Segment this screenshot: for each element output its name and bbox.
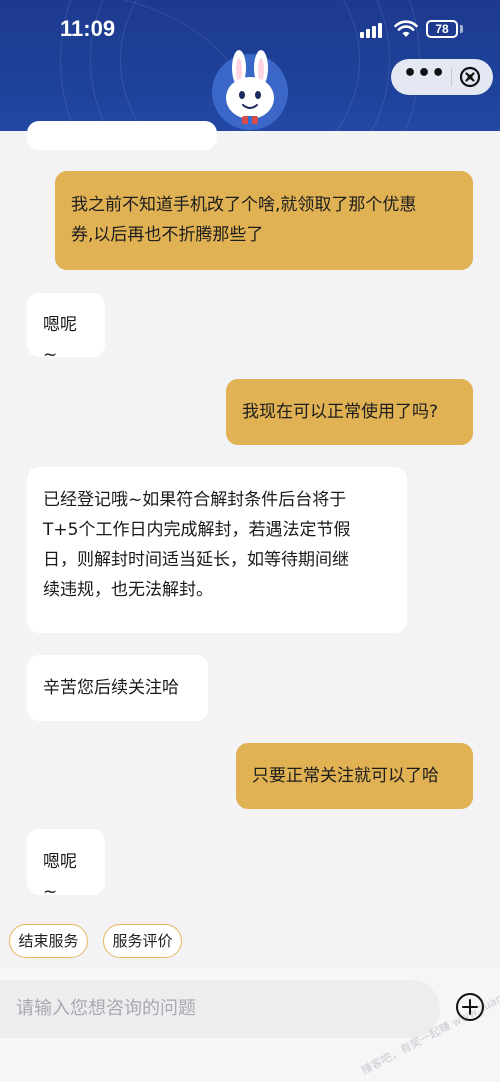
message-bubble-agent: 辛苦您后续关注哈 xyxy=(27,655,208,721)
close-icon[interactable] xyxy=(455,63,485,91)
input-bar: 请输入您想咨询的问题 xyxy=(0,968,500,1082)
chat-messages[interactable]: 我之前不知道手机改了个啥,就领取了那个优惠 券,以后再也不折腾那些了 嗯呢~ 我… xyxy=(0,121,500,971)
message-bubble-agent xyxy=(27,121,217,150)
mini-program-capsule: ••• xyxy=(391,59,493,95)
message-bubble-user: 我现在可以正常使用了吗? xyxy=(226,379,473,445)
message-line: 我现在可以正常使用了吗? xyxy=(242,402,439,422)
app-header: 11:09 78 ••• xyxy=(0,0,500,131)
battery-nub xyxy=(460,25,463,33)
battery-level: 78 xyxy=(428,22,456,36)
rate-service-button[interactable]: 服务评价 xyxy=(103,924,182,958)
message-line: 嗯呢~ xyxy=(43,852,77,902)
message-input[interactable]: 请输入您想咨询的问题 xyxy=(0,980,440,1038)
more-options-button[interactable]: ••• xyxy=(403,59,445,95)
message-bubble-agent: 嗯呢~ xyxy=(27,293,105,365)
battery-icon: 78 xyxy=(426,20,458,38)
message-line: 我之前不知道手机改了个啥,就领取了那个优惠 xyxy=(71,195,417,215)
message-line: 只要正常关注就可以了哈 xyxy=(252,766,439,786)
message-bubble-user: 只要正常关注就可以了哈 xyxy=(236,743,473,809)
capsule-divider xyxy=(451,68,452,86)
message-line: 续违规，也无法解封。 xyxy=(43,580,213,600)
message-line: 辛苦您后续关注哈 xyxy=(43,678,179,698)
status-time: 11:09 xyxy=(60,16,116,41)
message-line: 日，则解封时间适当延长，如等待期间继 xyxy=(43,550,349,570)
message-line: 券,以后再也不折腾那些了 xyxy=(71,225,264,245)
message-bubble-agent: 已经登记哦~如果符合解封条件后台将于 T+5个工作日内完成解封，若遇法定节假 日… xyxy=(27,467,407,633)
message-line: 已经登记哦~如果符合解封条件后台将于 xyxy=(43,490,347,510)
wifi-icon xyxy=(394,20,418,37)
message-line: T+5个工作日内完成解封，若遇法定节假 xyxy=(43,520,351,540)
message-bubble-agent: 嗯呢~ xyxy=(27,829,105,902)
message-bubble-user: 我之前不知道手机改了个啥,就领取了那个优惠 券,以后再也不折腾那些了 xyxy=(55,171,473,270)
message-line: 嗯呢~ xyxy=(43,315,77,365)
quick-actions: 结束服务 服务评价 xyxy=(0,924,500,960)
cellular-signal-icon xyxy=(360,22,384,38)
mascot-avatar xyxy=(212,50,288,130)
end-service-button[interactable]: 结束服务 xyxy=(9,924,88,958)
